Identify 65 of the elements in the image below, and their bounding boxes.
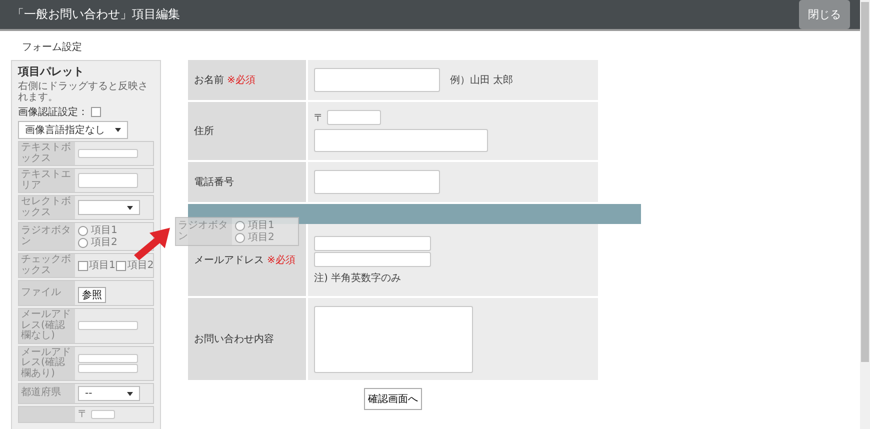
item-label: チェックボックス: [19, 254, 75, 277]
palette-item[interactable]: メールアドレス(確認欄あり): [18, 346, 154, 381]
required-mark: ※必須: [267, 254, 296, 267]
item-label: メールアドレス(確認欄あり): [19, 346, 75, 380]
item-label: 都道府県: [19, 384, 75, 403]
text-input[interactable]: [78, 364, 138, 373]
example-note: 例）山田 太郎: [450, 74, 514, 87]
select-field[interactable]: [78, 200, 140, 215]
item-label: ラジオボタン: [19, 223, 75, 250]
confirm-button[interactable]: 確認画面へ: [364, 388, 422, 410]
palette-item[interactable]: チェックボックス 項目1 項目2: [18, 253, 154, 278]
input-note: 注) 半角英数字のみ: [314, 272, 402, 284]
address-input[interactable]: [314, 129, 488, 152]
text-input[interactable]: [78, 149, 138, 158]
option-label: 項目1: [248, 220, 274, 231]
palette-item[interactable]: メールアドレス(確認欄なし): [18, 308, 154, 344]
option-label: 項目2: [91, 237, 118, 248]
item-label: メールアドレス(確認欄なし): [19, 309, 75, 342]
postal-input[interactable]: [327, 110, 381, 125]
item-label: セレクトボックス: [19, 196, 75, 219]
field-label: お名前: [194, 74, 224, 87]
palette-item[interactable]: ファイル 参照: [18, 280, 154, 306]
palette-item[interactable]: ラジオボタン 項目1 項目2: [18, 222, 154, 251]
item-label: テキストボックス: [19, 142, 75, 165]
select-field[interactable]: --: [78, 386, 140, 401]
required-mark: ※必須: [227, 74, 256, 87]
palette-item[interactable]: テキストボックス: [18, 141, 154, 166]
option-label: 項目2: [248, 232, 274, 243]
item-label: テキストエリア: [19, 169, 75, 192]
text-input[interactable]: [78, 321, 138, 330]
email-input[interactable]: [314, 236, 431, 250]
message-textarea[interactable]: [314, 306, 473, 372]
field-label: 住所: [194, 124, 214, 138]
palette-item[interactable]: テキストエリア: [18, 168, 154, 193]
palette-item[interactable]: 〒: [18, 406, 154, 423]
browse-button: 参照: [78, 287, 106, 303]
language-select[interactable]: 画像言語指定なし: [18, 121, 128, 139]
palette-hint: 右側にドラッグすると反映されます。: [18, 81, 149, 103]
field-label: お問い合わせ内容: [194, 332, 274, 346]
textarea-field[interactable]: [78, 173, 138, 188]
item-label: ラジオボタン: [176, 218, 232, 245]
postal-mark: 〒: [314, 112, 324, 124]
captcha-label: 画像認証設定：: [18, 106, 88, 119]
phone-input[interactable]: [314, 170, 440, 194]
palette-title: 項目パレット: [18, 64, 85, 79]
drag-arrow-icon: [132, 226, 172, 262]
name-input[interactable]: [314, 68, 440, 92]
close-button[interactable]: 閉じる: [799, 0, 850, 29]
scrollbar[interactable]: [860, 0, 870, 429]
text-input[interactable]: [91, 410, 115, 419]
palette-item[interactable]: セレクトボックス: [18, 195, 154, 220]
item-label: ファイル: [19, 281, 75, 305]
field-label: 電話番号: [194, 176, 234, 189]
text-input[interactable]: [78, 354, 138, 363]
section-title: フォーム設定: [22, 40, 83, 54]
postal-mark: 〒: [78, 409, 88, 420]
option-label: 項目1: [89, 260, 116, 271]
palette-item[interactable]: 都道府県 --: [18, 383, 154, 404]
dragged-item[interactable]: ラジオボタン 項目1 項目2: [175, 217, 299, 246]
field-label: メールアドレス: [194, 254, 264, 267]
email-confirm-input[interactable]: [314, 252, 431, 266]
window-title: 「一般お問い合わせ」項目編集: [12, 6, 180, 23]
captcha-checkbox[interactable]: [91, 107, 101, 117]
option-label: 項目1: [91, 225, 118, 236]
option-label: 項目2: [127, 260, 154, 271]
